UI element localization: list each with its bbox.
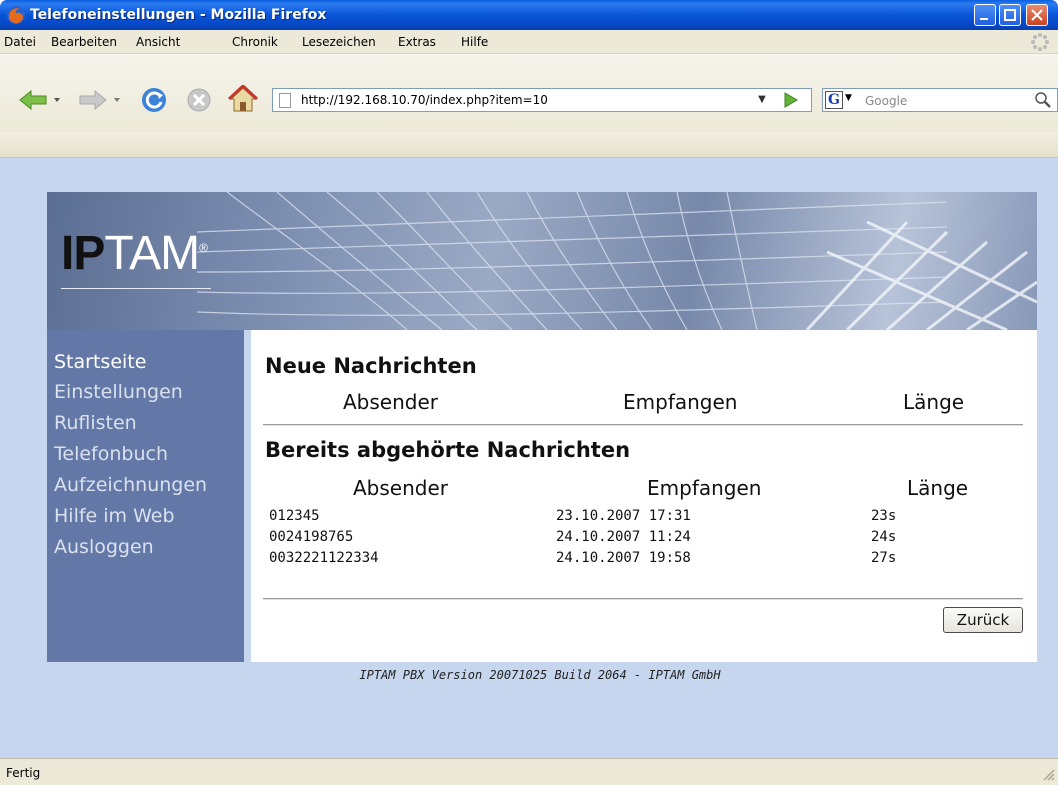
sidebar-item-telefonbuch[interactable]: Telefonbuch bbox=[54, 443, 168, 465]
old-messages-title: Bereits abgehörte Nachrichten bbox=[265, 438, 631, 462]
minimize-button[interactable] bbox=[974, 4, 996, 26]
resize-grip-icon[interactable] bbox=[1041, 767, 1055, 781]
sidebar-item-ausloggen[interactable]: Ausloggen bbox=[54, 536, 154, 558]
sidebar-item-aufzeichnungen[interactable]: Aufzeichnungen bbox=[54, 474, 207, 496]
menubar: Datei Bearbeiten Ansicht Chronik Lesezei… bbox=[0, 30, 1058, 54]
new-messages-header-sender: Absender bbox=[343, 390, 438, 414]
stop-icon[interactable] bbox=[186, 87, 212, 113]
row-sender[interactable]: 012345 bbox=[269, 508, 320, 524]
menu-bearbeiten[interactable]: Bearbeiten bbox=[51, 35, 117, 49]
row-received: 24.10.2007 19:58 bbox=[556, 550, 691, 566]
header-banner: IPTAM® bbox=[47, 192, 1037, 330]
back-button[interactable]: Zurück bbox=[943, 607, 1023, 633]
throbber-icon bbox=[1031, 33, 1049, 51]
logo-underline bbox=[61, 288, 211, 289]
version-footer: IPTAM PBX Version 20071025 Build 2064 - … bbox=[359, 668, 721, 682]
status-text: Fertig bbox=[6, 766, 41, 780]
statusbar: Fertig bbox=[0, 758, 1058, 785]
iptam-logo: IPTAM® bbox=[61, 227, 208, 280]
maximize-button[interactable] bbox=[999, 4, 1021, 26]
row-length: 24s bbox=[871, 529, 897, 545]
search-box[interactable]: G ▼ Google bbox=[822, 88, 1058, 112]
search-input[interactable]: Google bbox=[865, 94, 907, 108]
maximize-icon bbox=[1004, 9, 1016, 21]
sidebar-item-startseite[interactable]: Startseite bbox=[54, 351, 146, 373]
page-icon bbox=[279, 93, 291, 108]
divider bbox=[263, 598, 1023, 600]
sidebar: Startseite Einstellungen Ruflisten Telef… bbox=[47, 330, 244, 662]
row-received: 24.10.2007 11:24 bbox=[556, 529, 691, 545]
menu-hilfe[interactable]: Hilfe bbox=[461, 35, 488, 49]
menu-extras[interactable]: Extras bbox=[398, 35, 436, 49]
row-sender[interactable]: 0024198765 bbox=[269, 529, 353, 545]
chevron-down-icon: ▼ bbox=[845, 93, 852, 103]
window-title: Telefoneinstellungen - Mozilla Firefox bbox=[30, 7, 327, 23]
search-engine-selector[interactable]: G ▼ bbox=[825, 91, 855, 109]
menu-datei[interactable]: Datei bbox=[4, 35, 36, 49]
home-icon[interactable] bbox=[228, 85, 258, 113]
bookmarks-bar bbox=[0, 132, 1058, 158]
row-received: 23.10.2007 17:31 bbox=[556, 508, 691, 524]
url-text[interactable]: http://192.168.10.70/index.php?item=10 bbox=[301, 93, 548, 107]
search-icon[interactable] bbox=[1033, 91, 1053, 109]
row-length: 23s bbox=[871, 508, 897, 524]
url-dropdown-icon[interactable]: ▼ bbox=[751, 91, 773, 109]
google-icon: G bbox=[825, 91, 843, 109]
back-arrow-icon[interactable] bbox=[18, 89, 64, 111]
new-messages-title: Neue Nachrichten bbox=[265, 354, 477, 378]
go-icon[interactable] bbox=[782, 91, 800, 109]
page-viewport: IPTAM® Startseite Einstellungen Rufliste… bbox=[0, 158, 1058, 758]
row-sender[interactable]: 0032221122334 bbox=[269, 550, 379, 566]
sidebar-item-ruflisten[interactable]: Ruflisten bbox=[54, 412, 137, 434]
main-content: Neue Nachrichten Absender Empfangen Läng… bbox=[251, 330, 1037, 662]
divider bbox=[263, 424, 1023, 426]
minimize-icon bbox=[980, 18, 988, 20]
reload-icon[interactable] bbox=[140, 86, 168, 114]
old-messages-header-received: Empfangen bbox=[647, 476, 762, 500]
old-messages-header-length: Länge bbox=[907, 476, 969, 500]
new-messages-header-length: Länge bbox=[903, 390, 965, 414]
sidebar-item-einstellungen[interactable]: Einstellungen bbox=[54, 381, 183, 403]
close-button[interactable] bbox=[1026, 4, 1048, 26]
firefox-icon bbox=[7, 6, 25, 24]
window-titlebar[interactable]: Telefoneinstellungen - Mozilla Firefox bbox=[0, 0, 1058, 30]
menu-lesezeichen[interactable]: Lesezeichen bbox=[302, 35, 376, 49]
close-icon bbox=[1031, 9, 1043, 21]
forward-arrow-icon[interactable] bbox=[78, 89, 124, 111]
sidebar-item-hilfe-im-web[interactable]: Hilfe im Web bbox=[54, 505, 175, 527]
old-messages-header-sender: Absender bbox=[353, 476, 448, 500]
menu-chronik[interactable]: Chronik bbox=[232, 35, 278, 49]
new-messages-header-received: Empfangen bbox=[623, 390, 738, 414]
row-length: 27s bbox=[871, 550, 897, 566]
menu-ansicht[interactable]: Ansicht bbox=[136, 35, 180, 49]
url-bar[interactable]: http://192.168.10.70/index.php?item=10 ▼ bbox=[272, 88, 812, 112]
